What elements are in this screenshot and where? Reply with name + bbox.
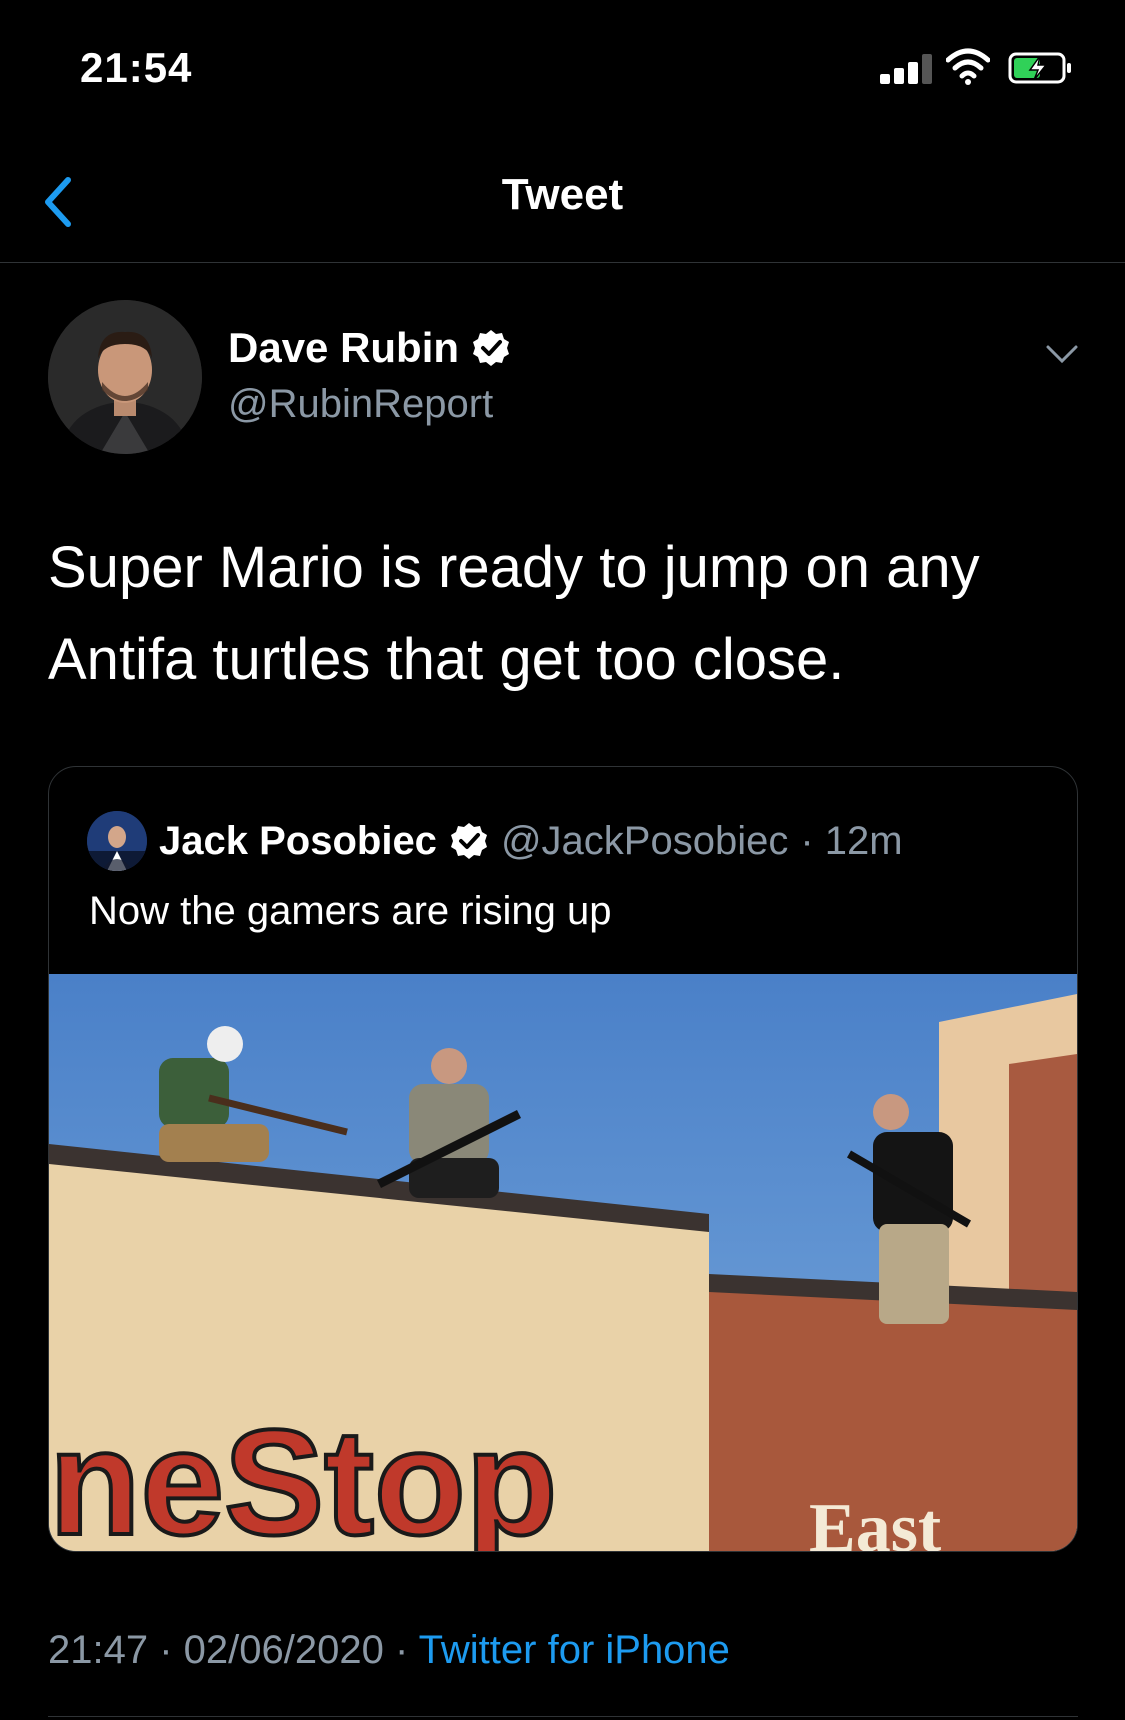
quoted-time: · 12m (800, 818, 903, 863)
status-time: 21:54 (80, 44, 193, 91)
tweet-timestamp: 21:47 · 02/06/2020 · (48, 1628, 419, 1672)
verified-badge-icon (473, 330, 510, 366)
quoted-tweet[interactable]: Jack Posobiec @JackPosobiec · 12m Now th… (48, 766, 1078, 1552)
page-title: Tweet (501, 170, 624, 219)
quoted-tweet-text: Now the gamers are rising up (89, 889, 612, 933)
chevron-down-icon[interactable] (1042, 334, 1082, 374)
nav-bar: Tweet (0, 130, 1125, 263)
sign-text-right: East (809, 1490, 941, 1551)
tweet-text: Super Mario is ready to jump on any Anti… (48, 535, 980, 692)
divider (48, 1716, 1078, 1717)
quoted-tweet-header: Jack Posobiec @JackPosobiec · 12m (87, 811, 903, 871)
author-name[interactable]: Dave Rubin (228, 324, 511, 372)
tweet-source-link[interactable]: Twitter for iPhone (419, 1628, 730, 1672)
quoted-author-handle: @JackPosobiec (500, 818, 789, 863)
status-bar: 21:54 (0, 0, 1125, 130)
signal-icon (880, 54, 936, 84)
quoted-author-avatar (87, 811, 147, 871)
wifi-icon (946, 48, 990, 85)
author-name-text: Dave Rubin (228, 324, 460, 371)
avatar[interactable] (48, 300, 202, 454)
quoted-author-name: Jack Posobiec (159, 818, 437, 863)
tweet-meta: 21:47 · 02/06/2020 · Twitter for iPhone (48, 1628, 730, 1673)
sign-text-left: neStop (49, 1398, 557, 1551)
author-handle[interactable]: @RubinReport (228, 382, 493, 427)
verified-badge-icon (450, 823, 487, 859)
battery-charging-icon (1008, 52, 1071, 84)
quoted-tweet-image[interactable]: neStop East (49, 974, 1077, 1551)
